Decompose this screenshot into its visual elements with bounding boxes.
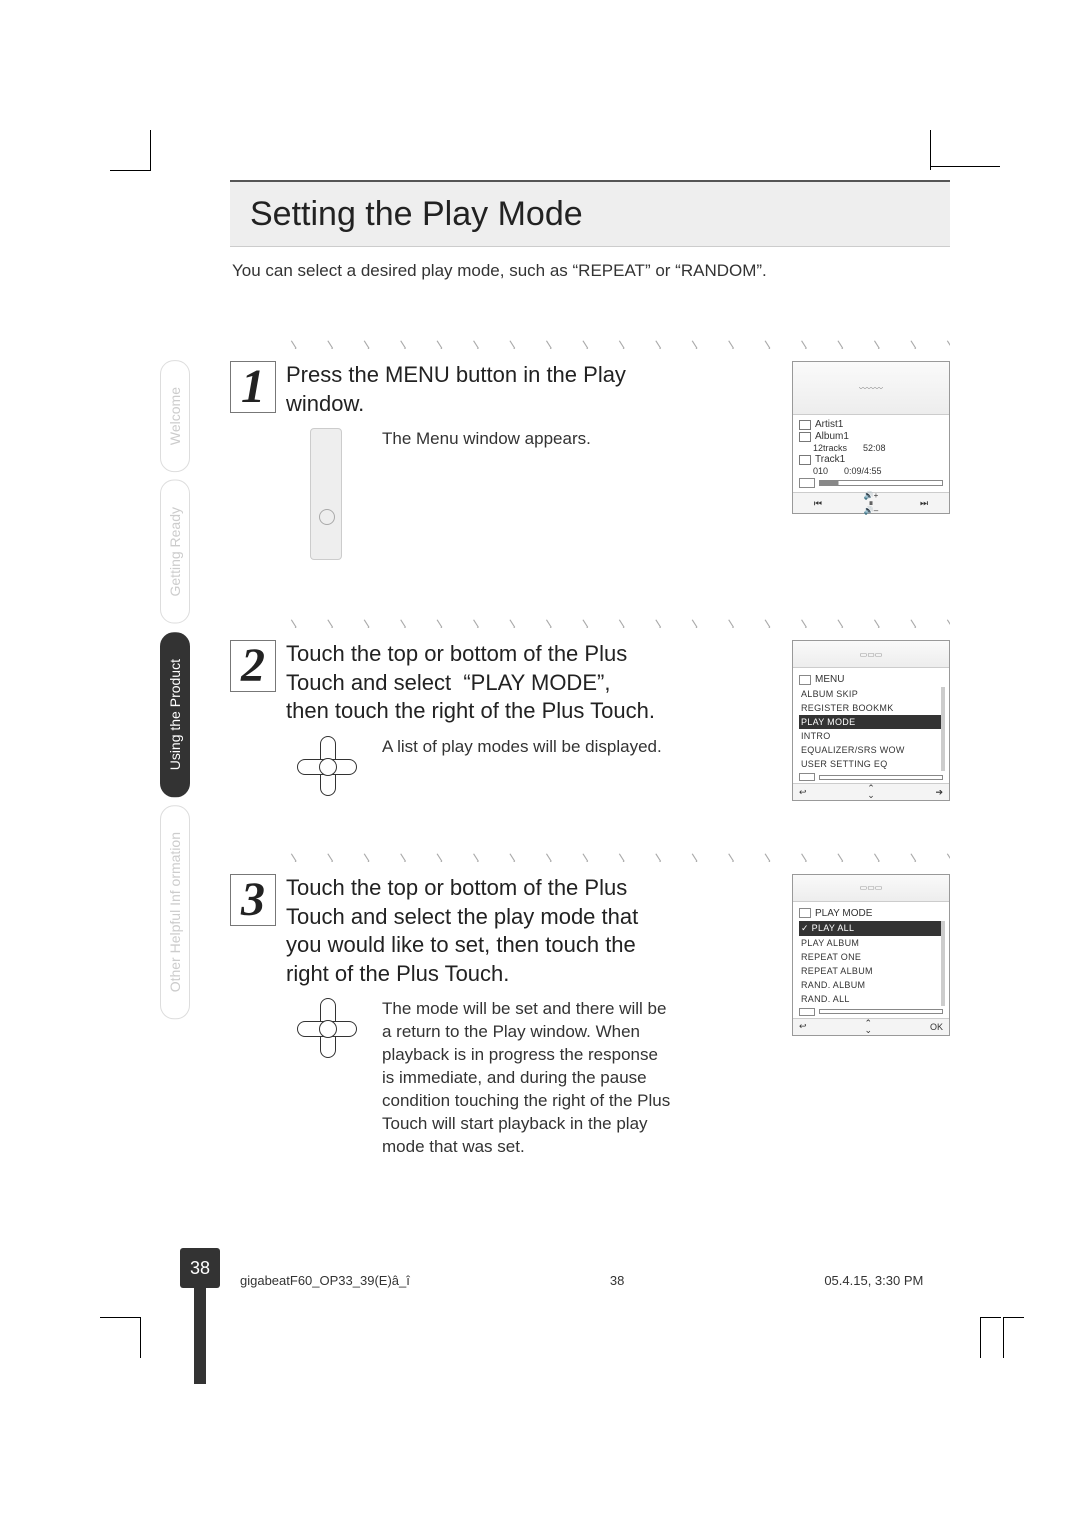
- screen1-artist: Artist1: [815, 419, 843, 430]
- step-1-heading: Press the MENU button in the Play window…: [286, 361, 656, 418]
- menu-item: ALBUM SKIP: [799, 687, 941, 701]
- album-icon: [799, 432, 811, 442]
- crop-mark-br: [980, 1318, 1020, 1358]
- playmode-item: REPEAT ONE: [799, 950, 941, 964]
- divider-dots: 〉 〉 〉 〉 〉 〉 〉 〉 〉 〉 〉 〉 〉 〉 〉 〉 〉 〉 〉 〉 …: [290, 335, 950, 349]
- track-icon: [799, 455, 811, 465]
- plus-touch-illustration: [297, 998, 355, 1056]
- screen-playmode-top: ▭▭▭: [793, 875, 949, 902]
- playmode-item: REPEAT ALBUM: [799, 964, 941, 978]
- menu-icon: [799, 675, 811, 685]
- playmode-item: RAND. ALBUM: [799, 978, 941, 992]
- right-icon: ➔: [935, 787, 943, 798]
- footer: gigabeatF60_OP33_39(E)â_î 38 05.4.15, 3:…: [240, 1273, 923, 1288]
- divider-dots: 〉 〉 〉 〉 〉 〉 〉 〉 〉 〉 〉 〉 〉 〉 〉 〉 〉 〉 〉 〉 …: [290, 614, 950, 628]
- playmode-item: PLAY ALBUM: [799, 936, 941, 950]
- intro-text: You can select a desired play mode, such…: [232, 261, 950, 281]
- step-number-1: 1: [230, 361, 276, 413]
- back-icon: ↩: [799, 787, 807, 798]
- screen-playmode: ▭▭▭ PLAY MODE ✓ PLAY ALL PLAY ALBUM REPE…: [792, 874, 950, 1036]
- crop-mark-tr: [930, 130, 970, 170]
- screen3-title: PLAY MODE: [815, 908, 872, 919]
- step-number-3: 3: [230, 874, 276, 926]
- screen1-trackno: 010: [813, 466, 828, 476]
- menu-item: INTRO: [799, 729, 941, 743]
- footer-page: 38: [610, 1273, 624, 1288]
- step-2: 2 Touch the top or bottom of the Plus To…: [230, 640, 950, 794]
- page-title: Setting the Play Mode: [230, 180, 950, 247]
- plus-touch-illustration: [297, 736, 355, 794]
- side-tabs: Welcome Getting Ready Using the Product …: [160, 360, 196, 1027]
- footer-date: 05.4.15, 3:30 PM: [824, 1273, 923, 1288]
- playmode-icon: [799, 908, 811, 918]
- playmode-item: RAND. ALL: [799, 992, 941, 1006]
- remote-illustration: [310, 428, 342, 560]
- screen1-track: Track1: [815, 454, 845, 465]
- step-3-heading: Touch the top or bottom of the Plus Touc…: [286, 874, 656, 988]
- footer-file: gigabeatF60_OP33_39(E)â_î: [240, 1273, 410, 1288]
- step-3-detail: The mode will be set and there will be a…: [382, 998, 672, 1159]
- step-3: 3 Touch the top or bottom of the Plus To…: [230, 874, 950, 1159]
- menu-item: EQUALIZER/SRS WOW: [799, 743, 941, 757]
- screen-play-window: 〰〰〰 Artist1 Album1 12tracks52:08 Track1 …: [792, 361, 950, 514]
- crop-mark-tl: [110, 130, 151, 171]
- screen1-time: 0:09/4:55: [844, 466, 882, 476]
- progress-bar: [819, 480, 943, 486]
- screen1-album: Album1: [815, 431, 849, 442]
- battery-icon: [799, 478, 815, 488]
- menu-item: USER SETTING EQ: [799, 757, 941, 771]
- battery-icon: [799, 773, 815, 781]
- divider-dots: 〉 〉 〉 〉 〉 〉 〉 〉 〉 〉 〉 〉 〉 〉 〉 〉 〉 〉 〉 〉 …: [290, 848, 950, 862]
- back-icon: ↩: [799, 1021, 807, 1032]
- step-2-detail: A list of play modes will be displayed.: [382, 736, 662, 759]
- step-2-heading: Touch the top or bottom of the Plus Touc…: [286, 640, 656, 726]
- ok-label: OK: [930, 1022, 943, 1032]
- screen-waveform: 〰〰〰: [793, 362, 949, 415]
- screen1-total: 52:08: [863, 443, 886, 453]
- playmode-item-selected: ✓ PLAY ALL: [799, 921, 941, 936]
- tab-getting-ready: Getting Ready: [160, 480, 190, 624]
- progress-bar: [819, 775, 943, 780]
- screen-menu: ▭▭▭ MENU ALBUM SKIP REGISTER BOOKMK PLAY…: [792, 640, 950, 801]
- prev-icon: ⏮: [814, 498, 822, 509]
- up-down-icon: ⌃⌄: [864, 1020, 872, 1034]
- screen-menu-top: ▭▭▭: [793, 641, 949, 668]
- page-number: 38: [180, 1248, 220, 1288]
- vol-minus-icon: 🔊–: [864, 507, 878, 515]
- up-down-icon: ⌃⌄: [867, 785, 875, 799]
- progress-bar: [819, 1009, 943, 1014]
- tab-using-product: Using the Product: [160, 632, 190, 797]
- step-1-detail: The Menu window appears.: [382, 428, 591, 451]
- menu-item: REGISTER BOOKMK: [799, 701, 941, 715]
- artist-icon: [799, 420, 811, 430]
- step-number-2: 2: [230, 640, 276, 692]
- step-1: 1 Press the MENU button in the Play wind…: [230, 361, 950, 560]
- screen1-tracks: 12tracks: [813, 443, 847, 453]
- tab-other-help: Other Helpful Inf ormation: [160, 805, 190, 1019]
- crop-mark-bl: [100, 1317, 141, 1358]
- next-icon: ⏭: [920, 498, 928, 509]
- menu-item-selected: PLAY MODE: [799, 715, 941, 729]
- tab-welcome: Welcome: [160, 360, 190, 472]
- battery-icon: [799, 1008, 815, 1016]
- screen2-title: MENU: [815, 674, 844, 685]
